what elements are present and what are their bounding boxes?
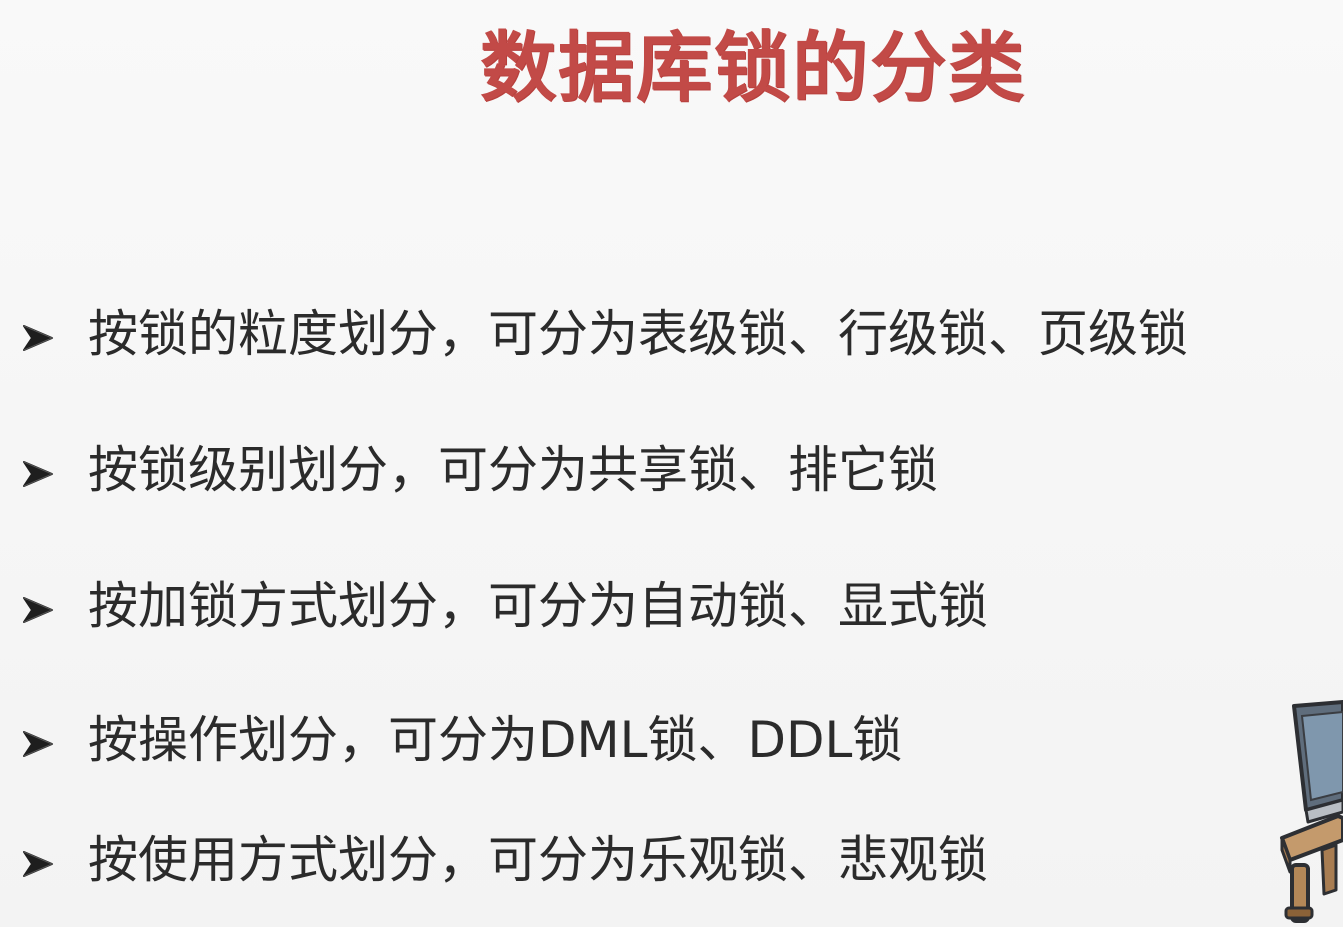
- arrow-right-icon: [23, 461, 54, 487]
- bullet-text: 按操作划分，可分为DML锁、DDL锁: [88, 711, 903, 769]
- arrow-right-icon: [23, 325, 54, 351]
- bullet-item-usage: 按使用方式划分，可分为乐观锁、悲观锁: [18, 820, 1268, 900]
- bullet-text: 按锁级别划分，可分为共享锁、排它锁: [88, 441, 938, 499]
- slide: 数据库锁的分类 按锁的粒度划分，可分为表级锁、行级锁、页级锁 按锁级别划分，可分…: [0, 0, 1343, 927]
- bullet-text: 按锁的粒度划分，可分为表级锁、行级锁、页级锁: [88, 305, 1188, 363]
- bullet-text: 按使用方式划分，可分为乐观锁、悲观锁: [88, 831, 988, 889]
- bullet-item-operation: 按操作划分，可分为DML锁、DDL锁: [18, 700, 1268, 780]
- bullet-item-granularity: 按锁的粒度划分，可分为表级锁、行级锁、页级锁: [18, 294, 1268, 374]
- bullet-item-locking-method: 按加锁方式划分，可分为自动锁、显式锁: [18, 566, 1268, 646]
- arrow-right-icon: [23, 597, 54, 623]
- bullet-item-level: 按锁级别划分，可分为共享锁、排它锁: [18, 430, 1268, 510]
- bullet-text: 按加锁方式划分，可分为自动锁、显式锁: [88, 577, 988, 635]
- arrow-right-icon: [23, 731, 54, 757]
- mascot-illustration: [1280, 700, 1343, 923]
- arrow-right-icon: [23, 851, 54, 877]
- stool-icon: [1280, 814, 1343, 923]
- bullet-list: 按锁的粒度划分，可分为表级锁、行级锁、页级锁 按锁级别划分，可分为共享锁、排它锁…: [0, 0, 1343, 927]
- laptop-icon: [1292, 700, 1343, 824]
